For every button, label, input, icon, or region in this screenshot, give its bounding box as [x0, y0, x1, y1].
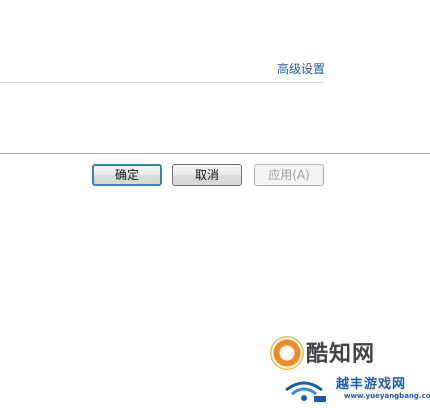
brand-logo-icon — [270, 336, 304, 370]
ok-button[interactable]: 确定 — [92, 164, 162, 186]
watermark-url: www.yueyangbang.com — [344, 392, 430, 400]
cancel-button[interactable]: 取消 — [172, 164, 242, 186]
apply-button[interactable]: 应用(A) — [254, 164, 324, 186]
wifi-logo-icon — [285, 381, 326, 402]
settings-panel-body — [0, 83, 430, 154]
watermark-sub-brand: 越丰游戏网 — [336, 377, 407, 392]
advanced-settings-link[interactable]: 高级设置 — [277, 60, 325, 77]
settings-panel-top: 高级设置 — [0, 0, 325, 83]
watermark-brand: 酷知网 — [306, 342, 376, 367]
watermark: 酷知网 越丰游戏网 www.yueyangbang.com — [268, 330, 430, 408]
